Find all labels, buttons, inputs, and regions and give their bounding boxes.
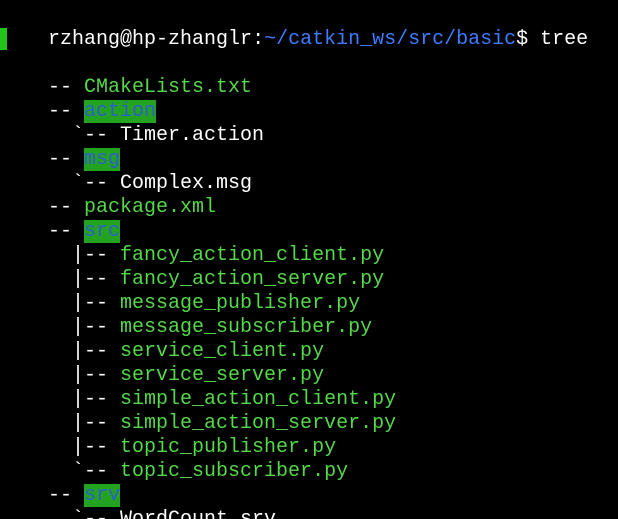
tree-line-package-xml: -- package.xml xyxy=(0,172,216,219)
tree-line-wordcount-srv: `-- WordCount.srv xyxy=(0,484,276,519)
typed-command: tree xyxy=(528,28,589,51)
tree-line-cmakelists: -- CMakeLists.txt xyxy=(0,52,252,99)
prompt-symbol: $ xyxy=(516,28,529,51)
tree-line-src-file: |-- topic_publisher.py xyxy=(0,412,336,459)
tree-line-src-file: |-- message_subscriber.py xyxy=(0,292,372,339)
tree-line-src-file: |-- fancy_action_server.py xyxy=(0,244,384,291)
tree-line-src-file: |-- service_client.py xyxy=(0,316,324,363)
tree-line-complex-msg: `-- Complex.msg xyxy=(0,148,252,195)
tree-branch: `-- xyxy=(48,508,120,519)
tree-line-timer-action: `-- Timer.action xyxy=(0,100,264,147)
cursor-marker xyxy=(0,28,7,50)
file-name: topic_subscriber.py xyxy=(120,460,349,483)
tree-line-src-file: |-- fancy_action_client.py xyxy=(0,220,384,267)
file-name: Timer.action xyxy=(120,124,265,147)
tree-line-src-file: |-- message_publisher.py xyxy=(0,268,360,315)
tree-line-src-file: |-- simple_action_server.py xyxy=(0,388,396,435)
prompt-line: rzhang@hp-zhanglr:~/catkin_ws/src/basic$… xyxy=(0,4,588,51)
tree-line-src-file: |-- simple_action_client.py xyxy=(0,364,396,411)
prompt-colon: : xyxy=(252,28,265,51)
terminal-window[interactable]: rzhang@hp-zhanglr:~/catkin_ws/src/basic$… xyxy=(0,0,618,519)
prompt-user-host: rzhang@hp-zhanglr xyxy=(48,28,253,51)
prompt-path: ~/catkin_ws/src/basic xyxy=(264,28,517,51)
tree-line-msg: -- msg xyxy=(0,124,121,171)
tree-line-src: -- src xyxy=(0,196,121,243)
tree-line-src-file-last: `-- topic_subscriber.py xyxy=(0,436,348,483)
tree-line-srv: -- srv xyxy=(0,460,121,507)
tree-line-action: -- action xyxy=(0,76,157,123)
file-name: WordCount.srv xyxy=(120,508,276,519)
tree-line-src-file: |-- service_server.py xyxy=(0,340,324,387)
